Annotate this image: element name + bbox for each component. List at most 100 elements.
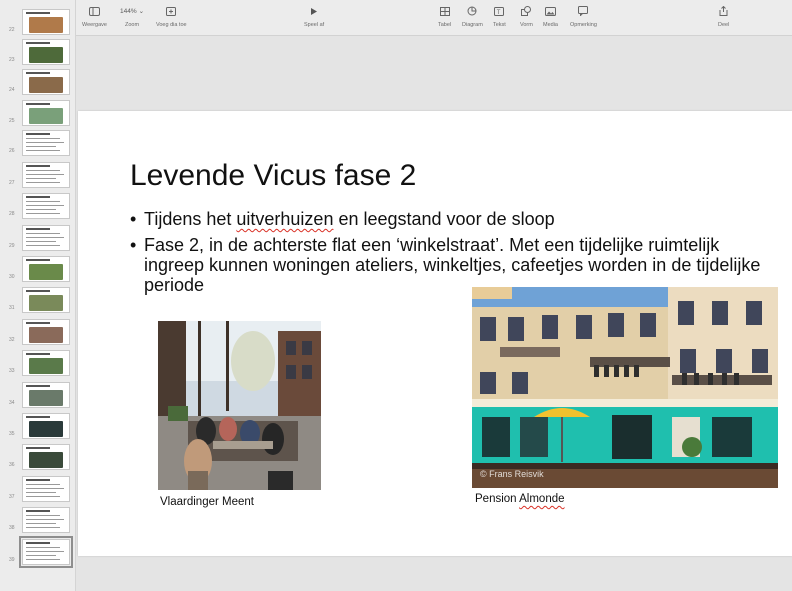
media-button[interactable]: Media [543, 4, 558, 28]
thumbnail-title-line [26, 510, 50, 512]
slide-thumbnail[interactable] [22, 162, 70, 188]
view-label: Weergave [82, 22, 107, 28]
chart-icon [467, 4, 477, 18]
media-label: Media [543, 22, 558, 28]
thumbnail-image [29, 452, 63, 468]
slide-thumbnail-item[interactable]: 26 [0, 128, 75, 158]
slide-number: 25 [9, 118, 15, 124]
thumbnail-text-line [26, 241, 56, 242]
media-icon [544, 4, 556, 18]
slide-thumbnail[interactable] [22, 39, 70, 65]
thumbnail-title-line [26, 542, 50, 544]
thumbnail-text-line [26, 205, 64, 206]
slide-thumbnail-item[interactable]: 27 [0, 160, 75, 190]
share-button[interactable]: Deel [718, 4, 729, 28]
slide-thumbnail-item[interactable]: 32 [0, 317, 75, 347]
share-label: Deel [718, 22, 730, 28]
thumbnail-title-line [26, 133, 50, 135]
bullet-marker: • [130, 235, 137, 255]
slide-thumbnail[interactable] [22, 476, 70, 502]
slide-thumbnail[interactable] [22, 444, 70, 470]
shape-button[interactable]: Vorm [520, 4, 533, 28]
slide-thumbnail[interactable] [19, 536, 73, 568]
slide-thumbnail-item[interactable]: 39 [0, 536, 75, 568]
slide-thumbnail-item[interactable]: 30 [0, 254, 75, 284]
slide-number: 30 [9, 274, 15, 280]
slide-title[interactable]: Levende Vicus fase 2 [130, 159, 416, 193]
thumbnail-text-line [26, 178, 56, 179]
slide-thumbnail-item[interactable]: 31 [0, 285, 75, 315]
add-slide-button[interactable]: Voeg dia toe [156, 4, 187, 28]
slide-thumbnail-item[interactable]: 29 [0, 223, 75, 253]
slide-thumbnail-item[interactable]: 25 [0, 98, 75, 128]
thumbnail-image [29, 390, 63, 406]
slide-thumbnail-item[interactable]: 23 [0, 37, 75, 67]
thumbnail-text-line [26, 146, 56, 147]
table-label: Tabel [438, 22, 452, 28]
thumbnail-text-line [26, 519, 64, 520]
chart-button[interactable]: Diagram [462, 4, 483, 28]
slide-thumbnail-item[interactable]: 38 [0, 505, 75, 535]
comment-button[interactable]: Opmerking [570, 4, 597, 28]
slide-thumbnail[interactable] [22, 9, 70, 35]
spelling-flagged-word: Almonde [519, 493, 565, 505]
slide-thumbnail-item[interactable]: 37 [0, 474, 75, 504]
caption-left[interactable]: Vlaardinger Meent [160, 496, 254, 508]
slide-thumbnail[interactable] [22, 413, 70, 439]
slide-thumbnail[interactable] [22, 507, 70, 533]
thumbnail-text-line [26, 551, 64, 552]
slide-thumbnail[interactable] [22, 319, 70, 345]
thumbnail-text-line [26, 523, 56, 524]
thumbnail-title-line [26, 42, 50, 44]
thumbnail-title-line [26, 196, 50, 198]
slide-navigator: 22 23 24 25 26 27 28 29 30 31 32 33 34 35 36 37 38 39 [0, 0, 76, 591]
shape-label: Vorm [520, 22, 533, 28]
thumbnail-image [29, 327, 63, 343]
slide-thumbnail-item[interactable]: 36 [0, 442, 75, 472]
slide-thumbnail-item[interactable]: 33 [0, 348, 75, 378]
slide-thumbnail[interactable] [22, 100, 70, 126]
bullet-marker: • [130, 209, 137, 229]
add-slide-label: Voeg dia toe [156, 22, 187, 28]
slide[interactable]: Levende Vicus fase 2 • Tijdens het uitve… [78, 111, 792, 556]
text-button[interactable]: T Tekst [493, 4, 506, 28]
zoom-button[interactable]: 144% ⌄ Zoom [120, 4, 145, 29]
thumbnail-title-line [26, 385, 50, 387]
thumbnail-image [29, 77, 63, 93]
slide-thumbnail[interactable] [22, 69, 70, 95]
photo-watermark: © Frans Reisvik [480, 469, 544, 479]
thumbnail-text-line [26, 555, 56, 556]
photo-vlaardinger-meent[interactable] [158, 321, 321, 490]
slide-thumbnail[interactable] [22, 130, 70, 156]
thumbnail-text-line [26, 233, 60, 234]
slide-thumbnail-item[interactable]: 35 [0, 411, 75, 441]
view-button[interactable]: Weergave [82, 4, 107, 28]
chart-label: Diagram [462, 22, 483, 28]
thumbnail-title-line [26, 416, 50, 418]
slide-thumbnail[interactable] [22, 193, 70, 219]
thumbnail-title-line [26, 72, 50, 74]
slide-thumbnail[interactable] [22, 225, 70, 251]
slide-thumbnail[interactable] [22, 256, 70, 282]
slide-thumbnail-item[interactable]: 28 [0, 191, 75, 221]
thumbnail-text-line [26, 138, 60, 139]
slide-thumbnail-item[interactable]: 34 [0, 380, 75, 410]
bullet-item: • Tijdens het uitverhuizen en leegstand … [130, 209, 780, 229]
slide-thumbnail[interactable] [22, 350, 70, 376]
slide-thumbnail-item[interactable]: 22 [0, 7, 75, 37]
thumbnail-text-line [26, 170, 60, 171]
bullet-item: • Fase 2, in de achterste flat een ‘wink… [130, 235, 780, 295]
slide-thumbnail[interactable] [22, 287, 70, 313]
play-button[interactable]: Speel af [304, 4, 324, 28]
slide-number: 28 [9, 211, 15, 217]
slide-thumbnail-item[interactable]: 24 [0, 67, 75, 97]
zoom-value: 144% [120, 7, 137, 15]
chevron-down-icon: ⌄ [138, 8, 145, 15]
photo-pension-almonde[interactable]: © Frans Reisvik [472, 287, 778, 488]
thumbnail-text-line [26, 488, 64, 489]
slide-thumbnail[interactable] [22, 382, 70, 408]
slide-number: 26 [9, 148, 15, 154]
table-button[interactable]: Tabel [438, 4, 451, 28]
slide-number: 39 [9, 557, 15, 563]
caption-right[interactable]: Pension Almonde [475, 493, 565, 505]
